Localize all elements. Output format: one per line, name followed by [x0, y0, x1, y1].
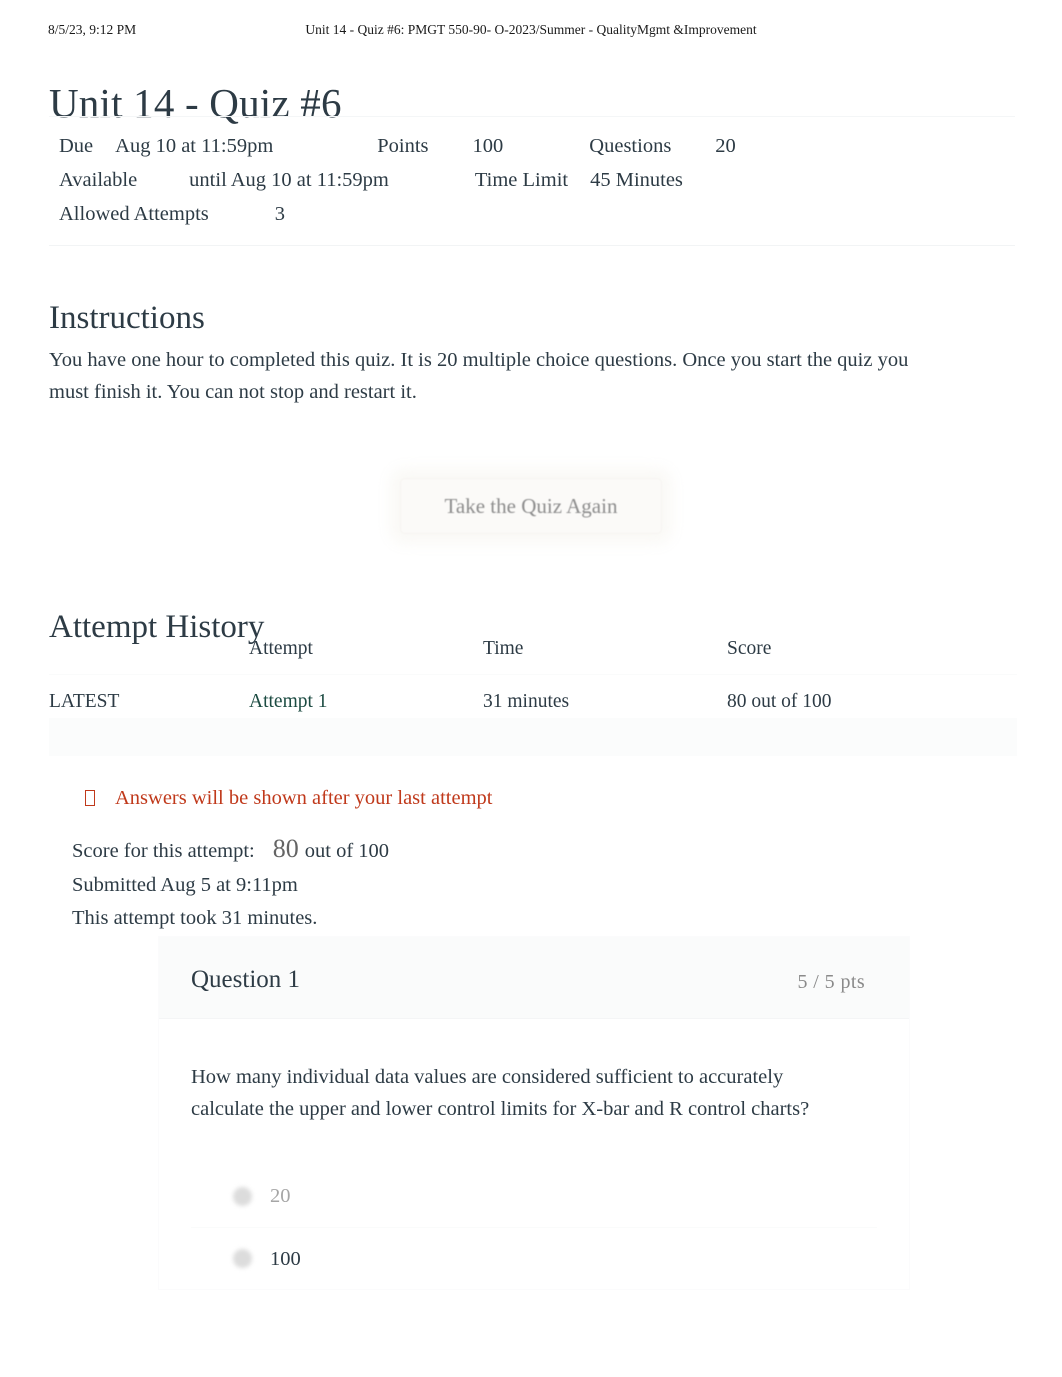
radio-button-icon[interactable]	[233, 1249, 252, 1268]
quiz-meta-row-3: Allowed Attempts 3	[49, 197, 1015, 231]
attempt-history-header-row: Attempt Time Score	[49, 634, 1017, 675]
radio-button-icon[interactable]	[233, 1186, 252, 1206]
column-header-time: Time	[483, 638, 524, 659]
attempt-duration-line: This attempt took 31 minutes.	[72, 907, 318, 929]
due-label: Due	[59, 135, 94, 157]
attempt-score-value: 80	[272, 834, 299, 863]
attempt-score-line: Score for this attempt: 80 out of 100	[72, 832, 389, 869]
quiz-meta-row-2: Available until Aug 10 at 11:59pm Time Lim…	[49, 163, 1015, 197]
question-body: How many individual data values are cons…	[159, 1019, 909, 1289]
retake-button-container: Take the Quiz Again	[0, 478, 1062, 534]
exclamation-box-icon	[85, 790, 95, 806]
column-header-kept	[49, 634, 249, 675]
time-limit-label: Time Limit	[474, 169, 569, 191]
attempt-history-table-footer-band	[49, 718, 1017, 756]
quiz-meta-box: Due Aug 10 at 11:59pm Points 100 Questions 20…	[49, 116, 1015, 246]
points-value: 100	[472, 135, 504, 157]
answer-option-2[interactable]: 100	[191, 1227, 877, 1289]
time-limit-value: 45 Minutes	[590, 169, 683, 191]
instructions-body: You have one hour to completed this quiz…	[49, 349, 909, 403]
question-points: 5 / 5 pts	[797, 971, 865, 993]
question-name: Question 1	[191, 966, 301, 993]
points-label: Points	[377, 135, 429, 157]
allowed-attempts-value: 3	[274, 203, 286, 225]
questions-label: Questions	[589, 135, 672, 157]
question-text: How many individual data values are cons…	[191, 1066, 810, 1120]
answers-list: 20 100	[191, 1165, 877, 1289]
attempt-1-link[interactable]: Attempt 1	[249, 691, 328, 712]
attempt-summary: Score for this attempt: 80 out of 100 Subm…	[72, 832, 389, 936]
page-bottom-fade	[158, 1300, 910, 1377]
instructions-heading: Instructions	[49, 300, 205, 337]
questions-value: 20	[715, 135, 736, 157]
question-card-header: Question 1 5 / 5 pts	[159, 937, 909, 1019]
answer-option-2-label: 100	[270, 1247, 301, 1270]
attempt-history-thead: Attempt Time Score	[49, 634, 1017, 675]
answer-option-1[interactable]: 20	[191, 1165, 877, 1227]
take-the-quiz-again-button[interactable]: Take the Quiz Again	[399, 478, 663, 534]
print-header: 8/5/23, 9:12 PM Unit 14 - Quiz #6: PMGT …	[0, 22, 1062, 44]
print-page-title: Unit 14 - Quiz #6: PMGT 550-90- O-2023/S…	[305, 22, 757, 37]
available-label: Available	[59, 169, 138, 191]
column-header-attempt: Attempt	[249, 638, 313, 659]
attempt-history-table: Attempt Time Score LATEST Attempt 1 31 m…	[49, 634, 1017, 730]
allowed-attempts-label: Allowed Attempts	[59, 203, 209, 225]
attempt-score-label: Score for this attempt:	[72, 840, 255, 862]
attempt-submitted-line: Submitted Aug 5 at 9:11pm	[72, 873, 298, 896]
attempt-score-suffix: out of 100	[304, 840, 390, 862]
answer-option-1-label: 20	[270, 1185, 291, 1207]
quiz-meta-row-1: Due Aug 10 at 11:59pm Points 100 Questions 20	[49, 129, 1015, 163]
due-value: Aug 10 at 11:59pm	[115, 135, 274, 157]
question-card: Question 1 5 / 5 pts How many individual…	[158, 936, 910, 1290]
column-header-score: Score	[727, 638, 772, 659]
available-value: until Aug 10 at 11:59pm	[189, 169, 389, 191]
answers-notice: Answers will be shown after your last at…	[85, 784, 492, 812]
answers-notice-text: Answers will be shown after your last at…	[115, 787, 493, 809]
